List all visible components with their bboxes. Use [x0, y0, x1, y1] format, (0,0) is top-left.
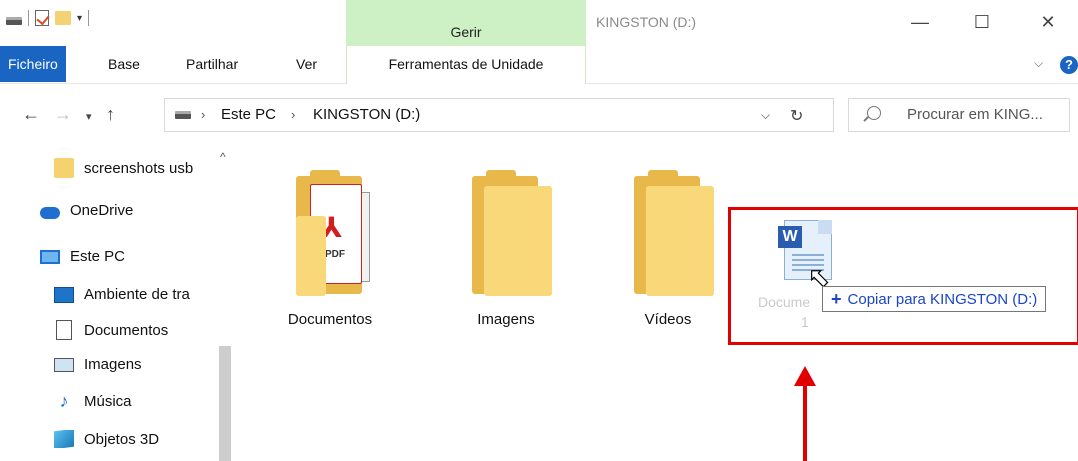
tab-base[interactable]: Base — [108, 46, 140, 82]
maximize-button[interactable]: ☐ — [962, 6, 1002, 38]
breadcrumb-kingston[interactable]: KINGSTON (D:) — [313, 106, 420, 123]
sidebar-item-label: OneDrive — [70, 202, 134, 219]
dragged-word-document[interactable]: W — [772, 218, 840, 286]
separator — [28, 10, 29, 26]
quick-access-toolbar: ▾ — [6, 10, 90, 26]
tooltip-text: Copiar para KINGSTON (D:) — [847, 290, 1038, 308]
sidebar-item-ambiente-de-trabalho[interactable]: Ambiente de tra — [54, 286, 214, 303]
dragged-file-label-2: 1 — [801, 314, 809, 330]
sidebar-item-este-pc[interactable]: Este PC — [40, 248, 214, 265]
sidebar-item-musica[interactable]: ♪ Música — [54, 392, 214, 410]
gerir-label: Gerir — [450, 24, 482, 40]
sidebar-item-label: Este PC — [70, 248, 126, 265]
folder-videos[interactable]: Vídeos — [608, 170, 728, 328]
tab-partilhar[interactable]: Partilhar — [186, 46, 238, 82]
ribbon: Ficheiro Base Partilhar Ver Ferramentas … — [0, 46, 1078, 84]
title-bar: ▾ Gerir KINGSTON (D:) — ☐ ✕ — [0, 0, 1078, 46]
folder-with-pdf-icon: ⅄ PDF — [290, 170, 370, 301]
sidebar-item-screenshots-usb[interactable]: screenshots usb — [54, 158, 214, 178]
sidebar-item-onedrive[interactable]: OneDrive — [40, 202, 214, 219]
folder-documentos[interactable]: ⅄ PDF Documentos — [270, 170, 390, 328]
window-title: KINGSTON (D:) — [596, 14, 697, 30]
chevron-down-icon[interactable]: ⌵ — [761, 108, 770, 123]
music-icon: ♪ — [59, 392, 69, 410]
search-input[interactable]: Procurar em KING... — [848, 98, 1070, 132]
sidebar-item-label: Imagens — [84, 356, 142, 373]
search-placeholder: Procurar em KING... — [907, 106, 1043, 123]
drive-icon — [175, 111, 191, 119]
help-icon[interactable]: ? — [1060, 56, 1078, 74]
folder-icon — [54, 158, 74, 178]
sidebar-item-label: Objetos 3D — [84, 430, 160, 448]
refresh-icon[interactable]: ↻ — [790, 106, 803, 126]
sidebar-item-label: Música — [84, 392, 132, 410]
sidebar-item-documentos[interactable]: Documentos — [54, 320, 214, 340]
address-row: ← → ▾ ↑ › Este PC › KINGSTON (D:) ⌵ ↻ Pr… — [0, 84, 1078, 146]
folder-icon — [628, 170, 714, 301]
tab-ficheiro[interactable]: Ficheiro — [0, 46, 66, 82]
folder-label: Imagens — [477, 311, 535, 328]
plus-icon: + — [831, 288, 842, 309]
back-arrow-icon[interactable]: ← — [22, 104, 40, 125]
cloud-icon — [40, 206, 60, 219]
minimize-button[interactable]: — — [900, 6, 940, 38]
scroll-up-icon[interactable]: ^ — [220, 150, 226, 164]
folder-imagens[interactable]: Imagens — [446, 170, 566, 328]
sidebar-item-label: Documentos — [84, 321, 169, 339]
document-icon — [56, 320, 72, 340]
sidebar-item-label: Ambiente de tra — [84, 286, 190, 303]
separator — [88, 10, 90, 26]
up-arrow-icon[interactable]: ↑ — [106, 104, 115, 125]
word-icon: W — [778, 226, 802, 248]
sidebar-item-label: screenshots usb — [84, 159, 194, 177]
recent-locations-icon[interactable]: ▾ — [86, 110, 92, 123]
pc-icon — [40, 249, 60, 264]
folder-icon — [466, 170, 552, 301]
chevron-down-icon[interactable]: ⌵ — [1034, 56, 1043, 71]
folder-label: Documentos — [287, 311, 373, 328]
desktop-icon — [54, 286, 74, 303]
address-bar[interactable]: › Este PC › KINGSTON (D:) ⌵ — [164, 98, 834, 132]
new-folder-icon[interactable] — [55, 11, 71, 25]
navigation-pane: screenshots usb OneDrive Este PC Ambient… — [0, 146, 236, 461]
properties-icon[interactable] — [35, 10, 49, 26]
scrollbar-thumb[interactable] — [219, 346, 231, 461]
chevron-right-icon[interactable]: › — [201, 107, 205, 122]
customize-toolbar-icon[interactable]: ▾ — [77, 13, 82, 24]
folder-label: Vídeos — [644, 311, 692, 328]
sidebar-item-imagens[interactable]: Imagens — [54, 356, 214, 373]
chevron-right-icon[interactable]: › — [291, 107, 295, 122]
drag-copy-tooltip: + Copiar para KINGSTON (D:) — [822, 286, 1047, 312]
image-icon — [54, 357, 74, 372]
dragged-file-label: Docume — [758, 294, 811, 310]
drive-icon[interactable] — [6, 17, 22, 25]
gerir-context-header: Gerir — [346, 0, 586, 46]
tab-ver[interactable]: Ver — [296, 46, 317, 82]
close-button[interactable]: ✕ — [1028, 6, 1068, 38]
breadcrumb-este-pc[interactable]: Este PC — [221, 106, 276, 123]
search-icon — [867, 106, 881, 120]
red-arrow-line — [803, 382, 807, 461]
tab-ferramentas-de-unidade[interactable]: Ferramentas de Unidade — [346, 46, 586, 84]
forward-arrow-icon[interactable]: → — [54, 104, 72, 125]
cube-icon — [54, 430, 74, 448]
sidebar-item-objetos-3d[interactable]: Objetos 3D — [54, 430, 214, 448]
